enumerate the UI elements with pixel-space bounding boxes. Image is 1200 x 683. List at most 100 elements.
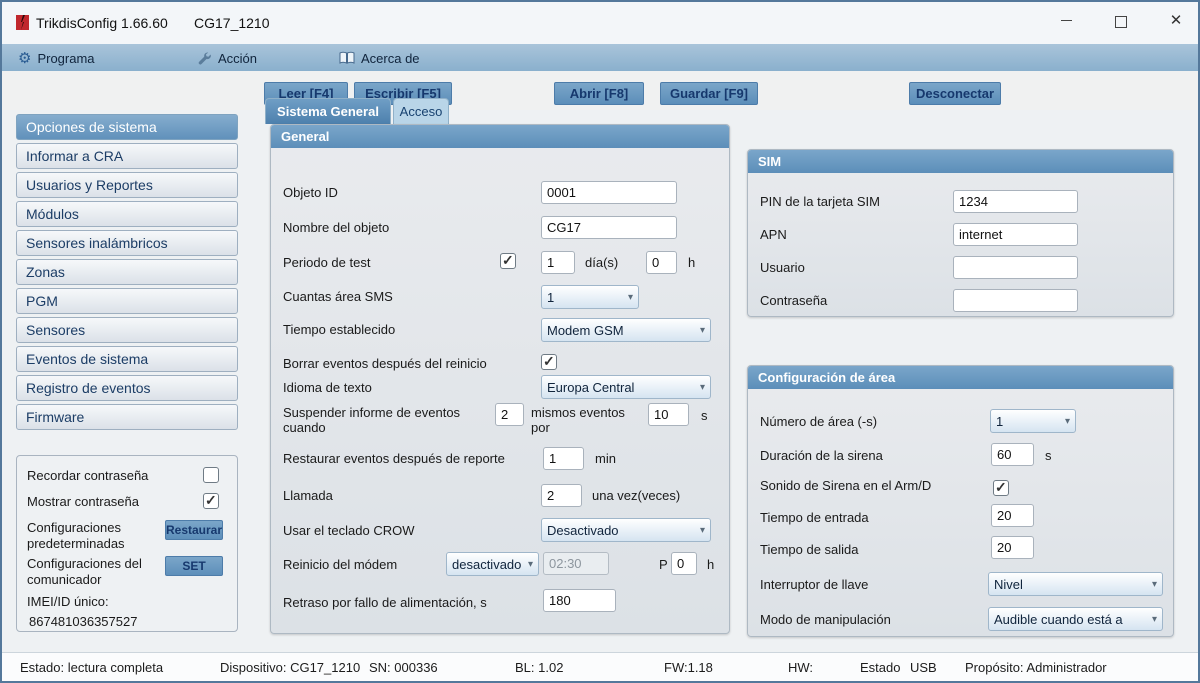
book-icon [339, 51, 355, 65]
remember-password-checkbox[interactable] [203, 467, 219, 483]
disconnect-button[interactable]: Desconectar [909, 82, 1001, 105]
sms-area-value: 1 [547, 290, 625, 305]
suppress-seconds-input[interactable] [648, 403, 689, 426]
modem-restart-p-input[interactable] [671, 552, 697, 575]
object-name-input[interactable] [541, 216, 677, 239]
test-period-days-input[interactable] [541, 251, 575, 274]
set-button[interactable]: SET [165, 556, 223, 576]
minimize-button[interactable] [1050, 8, 1082, 34]
sim-group-title: SIM [748, 150, 1173, 173]
area-number-select[interactable]: 1 ▾ [990, 409, 1076, 433]
sim-pin-label: PIN de la tarjeta SIM [760, 194, 880, 209]
open-button[interactable]: Abrir [F8] [554, 82, 644, 105]
sms-area-label: Cuantas área SMS [283, 289, 393, 304]
key-switch-label: Interruptor de llave [760, 577, 868, 592]
restore-events-label: Restaurar eventos después de reporte [283, 451, 548, 466]
sidebar-item-firmware[interactable]: Firmware [16, 404, 238, 430]
tamper-mode-select[interactable]: Audible cuando está a ▾ [988, 607, 1163, 631]
modem-restart-p-label: P [659, 557, 668, 572]
test-period-hours-input[interactable] [646, 251, 677, 274]
chevron-down-icon: ▾ [700, 525, 705, 536]
menu-accion[interactable]: Acción [197, 48, 257, 68]
siren-sound-checkbox[interactable] [993, 480, 1009, 496]
status-role: Propósito: Administrador [965, 660, 1107, 675]
maximize-button[interactable] [1105, 8, 1137, 34]
sidebar-item-modulos[interactable]: Módulos [16, 201, 238, 227]
status-device: Dispositivo: CG17_1210 [220, 660, 360, 675]
close-button[interactable]: ✕ [1160, 8, 1192, 34]
sim-pin-input[interactable] [953, 190, 1078, 213]
modem-restart-mode-value: desactivado [452, 557, 525, 572]
options-panel: Recordar contraseña Mostrar contraseña C… [16, 455, 238, 632]
siren-duration-label: Duración de la sirena [760, 448, 883, 463]
sim-password-label: Contraseña [760, 293, 827, 308]
chevron-down-icon: ▾ [700, 382, 705, 393]
test-period-hours-unit: h [688, 255, 695, 270]
text-language-select[interactable]: Europa Central ▾ [541, 375, 711, 399]
menu-acerca-label: Acerca de [361, 51, 420, 66]
text-language-label: Idioma de texto [283, 380, 372, 395]
call-unit: una vez(veces) [592, 488, 680, 503]
sidebar-item-registro-de-eventos[interactable]: Registro de eventos [16, 375, 238, 401]
modem-restart-mode-select[interactable]: desactivado ▾ [446, 552, 539, 576]
restore-defaults-button[interactable]: Restaurar [165, 520, 223, 540]
sidebar-item-sensores-inalambricos[interactable]: Sensores inalámbricos [16, 230, 238, 256]
app-title: TrikdisConfig 1.66.60 [36, 15, 168, 31]
tab-sistema-general[interactable]: Sistema General [265, 98, 391, 124]
sidebar-item-sensores[interactable]: Sensores [16, 317, 238, 343]
sms-area-select[interactable]: 1 ▾ [541, 285, 639, 309]
area-config-group: Configuración de área Número de área (-s… [747, 365, 1174, 637]
sidebar-item-opciones-de-sistema[interactable]: Opciones de sistema [16, 114, 238, 140]
time-set-value: Modem GSM [547, 323, 697, 338]
time-set-select[interactable]: Modem GSM ▾ [541, 318, 711, 342]
suppress-count-input[interactable] [495, 403, 524, 426]
entry-time-input[interactable] [991, 504, 1034, 527]
object-id-label: Objeto ID [283, 185, 338, 200]
clear-events-label: Borrar eventos después del reinicio [283, 356, 543, 371]
exit-time-input[interactable] [991, 536, 1034, 559]
crow-keypad-select[interactable]: Desactivado ▾ [541, 518, 711, 542]
area-number-label: Número de área (-s) [760, 414, 877, 429]
sim-password-input[interactable] [953, 289, 1078, 312]
clear-events-checkbox[interactable] [541, 354, 557, 370]
app-logo-icon [16, 14, 29, 31]
sim-user-input[interactable] [953, 256, 1078, 279]
status-bar: Estado: lectura completa Dispositivo: CG… [2, 652, 1198, 682]
key-switch-select[interactable]: Nivel ▾ [988, 572, 1163, 596]
sidebar-item-usuarios-y-reportes[interactable]: Usuarios y Reportes [16, 172, 238, 198]
show-password-label: Mostrar contraseña [27, 494, 139, 510]
sidebar-item-zonas[interactable]: Zonas [16, 259, 238, 285]
text-language-value: Europa Central [547, 380, 697, 395]
restore-events-input[interactable] [543, 447, 584, 470]
call-input[interactable] [541, 484, 582, 507]
apn-input[interactable] [953, 223, 1078, 246]
show-password-checkbox[interactable] [203, 493, 219, 509]
status-hw: HW: [788, 660, 813, 675]
save-button[interactable]: Guardar [F9] [660, 82, 758, 105]
status-fw: FW:1.18 [664, 660, 713, 675]
sidebar-item-informar-a-cra[interactable]: Informar a CRA [16, 143, 238, 169]
status-usb: USB [910, 660, 937, 675]
sidebar-item-eventos-de-sistema[interactable]: Eventos de sistema [16, 346, 238, 372]
test-period-checkbox[interactable] [500, 253, 516, 269]
gear-icon: ⚙ [18, 49, 31, 67]
test-period-label: Periodo de test [283, 255, 370, 270]
object-id-input[interactable] [541, 181, 677, 204]
sim-group: SIM PIN de la tarjeta SIM APN Usuario Co… [747, 149, 1174, 317]
power-fail-delay-input[interactable] [543, 589, 616, 612]
status-sn: SN: 000336 [369, 660, 438, 675]
siren-duration-unit: s [1045, 448, 1052, 463]
menu-acerca-de[interactable]: Acerca de [339, 48, 420, 68]
status-estado: Estado [860, 660, 900, 675]
object-name-label: Nombre del objeto [283, 220, 389, 235]
menu-bar: ⚙ Programa Acción Acerca de [2, 44, 1198, 71]
tamper-mode-label: Modo de manipulación [760, 612, 891, 627]
modem-restart-time-input [543, 552, 609, 575]
wrench-icon [197, 51, 212, 66]
menu-programa[interactable]: ⚙ Programa [18, 48, 95, 68]
siren-duration-input[interactable] [991, 443, 1034, 466]
chevron-down-icon: ▾ [700, 325, 705, 336]
tab-acceso[interactable]: Acceso [393, 98, 449, 124]
sidebar-item-pgm[interactable]: PGM [16, 288, 238, 314]
status-bl: BL: 1.02 [515, 660, 563, 675]
